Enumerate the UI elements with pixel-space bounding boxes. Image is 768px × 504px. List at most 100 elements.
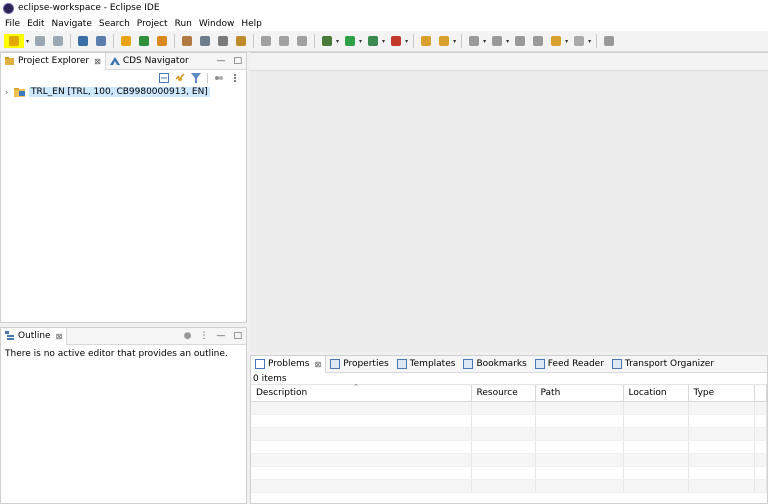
table-cell bbox=[471, 466, 536, 480]
menu-run[interactable]: Run bbox=[173, 19, 197, 29]
annotation-icon[interactable] bbox=[437, 34, 451, 48]
view-menu-icon[interactable]: ⋮ bbox=[199, 331, 208, 341]
main-toolbar: ▾ ▾ ▾ ▾ ▾ ▾ ▾ ▾ ▾ ▾ bbox=[0, 31, 768, 52]
open-type-icon[interactable] bbox=[119, 34, 133, 48]
run-icon[interactable] bbox=[343, 34, 357, 48]
tab-label: Bookmarks bbox=[476, 359, 527, 369]
chevron-down-icon[interactable]: ▾ bbox=[506, 38, 509, 45]
chevron-down-icon[interactable]: ▾ bbox=[483, 38, 486, 45]
pin-icon[interactable] bbox=[295, 34, 309, 48]
properties-icon bbox=[330, 359, 341, 369]
menu-project[interactable]: Project bbox=[135, 19, 173, 29]
table-cell bbox=[688, 479, 755, 493]
menu-edit[interactable]: Edit bbox=[25, 19, 49, 29]
collapse-all-icon[interactable] bbox=[159, 72, 169, 83]
chevron-down-icon[interactable]: ▾ bbox=[382, 38, 385, 45]
table-cell bbox=[535, 414, 624, 428]
tab-label: Outline bbox=[18, 331, 51, 341]
filter-icon[interactable] bbox=[191, 72, 201, 83]
menu-help[interactable]: Help bbox=[239, 19, 267, 29]
focus-icon[interactable] bbox=[214, 73, 224, 83]
new-project-icon[interactable] bbox=[137, 34, 151, 48]
tab-cds-navigator[interactable]: CDS Navigator bbox=[106, 53, 193, 70]
minimize-icon[interactable]: — bbox=[216, 56, 225, 66]
toolbar-separator bbox=[461, 34, 463, 48]
pin-editor-icon[interactable] bbox=[602, 34, 616, 48]
chevron-down-icon[interactable]: ▾ bbox=[453, 38, 456, 45]
last-edit-icon[interactable] bbox=[513, 34, 527, 48]
minimize-icon[interactable]: — bbox=[216, 331, 225, 341]
menu-window[interactable]: Window bbox=[197, 19, 240, 29]
external-tools-icon[interactable] bbox=[389, 34, 403, 48]
maximize-icon[interactable]: □ bbox=[233, 56, 242, 66]
column-header-location[interactable]: Location bbox=[623, 385, 689, 402]
chevron-down-icon[interactable]: ▾ bbox=[359, 38, 362, 45]
mark-icon[interactable] bbox=[277, 34, 291, 48]
view-menu-icon[interactable] bbox=[230, 73, 240, 83]
templates-icon bbox=[396, 359, 407, 369]
chevron-down-icon[interactable]: ▾ bbox=[336, 38, 339, 45]
tab-outline[interactable]: Outline ⊠ bbox=[1, 327, 68, 345]
chevron-down-icon[interactable]: ▾ bbox=[405, 38, 408, 45]
maximize-icon[interactable]: □ bbox=[233, 331, 242, 341]
feed-reader-icon bbox=[534, 359, 545, 369]
open-object-icon[interactable] bbox=[155, 34, 169, 48]
chevron-right-icon[interactable]: › bbox=[5, 88, 14, 97]
chevron-down-icon[interactable]: ▾ bbox=[588, 38, 591, 45]
debug-icon[interactable] bbox=[320, 34, 334, 48]
table-cell bbox=[471, 479, 536, 493]
new-icon[interactable] bbox=[4, 34, 24, 48]
table-row bbox=[251, 414, 767, 428]
close-icon[interactable]: ⊠ bbox=[56, 332, 63, 341]
focus-icon[interactable]: ● bbox=[184, 331, 192, 341]
table-cell bbox=[754, 427, 767, 441]
toggle-icon[interactable] bbox=[259, 34, 273, 48]
menu-file[interactable]: File bbox=[3, 19, 25, 29]
back-icon[interactable] bbox=[549, 34, 563, 48]
search-icon[interactable] bbox=[94, 34, 108, 48]
open-folder-icon[interactable] bbox=[419, 34, 433, 48]
editor-area[interactable] bbox=[250, 52, 768, 352]
forward-icon[interactable] bbox=[572, 34, 586, 48]
tab-bookmarks[interactable]: Bookmarks bbox=[459, 356, 530, 373]
tab-properties[interactable]: Properties bbox=[326, 356, 392, 373]
table-cell bbox=[688, 453, 755, 467]
link-with-editor-icon[interactable] bbox=[175, 72, 185, 83]
toolbar-separator bbox=[253, 34, 255, 48]
table-cell bbox=[251, 440, 472, 454]
bottom-panel: Problems ⊠ Properties Templates Bookmarks Fee… bbox=[250, 355, 768, 504]
column-header-path[interactable]: Path bbox=[535, 385, 624, 402]
menu-navigate[interactable]: Navigate bbox=[50, 19, 97, 29]
tab-templates[interactable]: Templates bbox=[393, 356, 460, 373]
toolbar-separator bbox=[413, 34, 415, 48]
column-header-description[interactable]: Description ⌃ bbox=[251, 383, 472, 402]
refresh-icon[interactable] bbox=[198, 34, 212, 48]
save-icon[interactable] bbox=[33, 34, 47, 48]
back-edit-icon[interactable] bbox=[531, 34, 545, 48]
transport-icon[interactable] bbox=[180, 34, 194, 48]
save-all-icon[interactable] bbox=[51, 34, 65, 48]
chevron-down-icon[interactable]: ▾ bbox=[565, 38, 568, 45]
table-cell bbox=[251, 466, 472, 480]
tab-feed-reader[interactable]: Feed Reader bbox=[531, 356, 608, 373]
menu-search[interactable]: Search bbox=[97, 19, 135, 29]
bookmarks-icon bbox=[463, 359, 474, 369]
column-header-resource[interactable]: Resource bbox=[471, 385, 536, 402]
tab-project-explorer[interactable]: Project Explorer ⊠ bbox=[1, 52, 106, 70]
close-icon[interactable]: ⊠ bbox=[94, 57, 101, 66]
table-row bbox=[251, 427, 767, 441]
terminal-icon[interactable] bbox=[76, 34, 90, 48]
column-header-type[interactable]: Type bbox=[688, 385, 755, 402]
next-annotation-icon[interactable] bbox=[467, 34, 481, 48]
prev-annotation-icon[interactable] bbox=[490, 34, 504, 48]
tab-transport-organizer[interactable]: Transport Organizer bbox=[608, 356, 718, 373]
close-icon[interactable]: ⊠ bbox=[314, 360, 321, 369]
coverage-icon[interactable] bbox=[366, 34, 380, 48]
tab-label: Feed Reader bbox=[547, 359, 604, 369]
tree-item-project[interactable]: › TRL_EN [TRL, 100, CB9980000913, EN] bbox=[1, 85, 246, 99]
print-icon[interactable] bbox=[216, 34, 230, 48]
tab-problems[interactable]: Problems ⊠ bbox=[251, 355, 327, 373]
table-cell bbox=[754, 414, 767, 428]
chevron-down-icon[interactable]: ▾ bbox=[26, 38, 29, 45]
tool-icon[interactable] bbox=[234, 34, 248, 48]
